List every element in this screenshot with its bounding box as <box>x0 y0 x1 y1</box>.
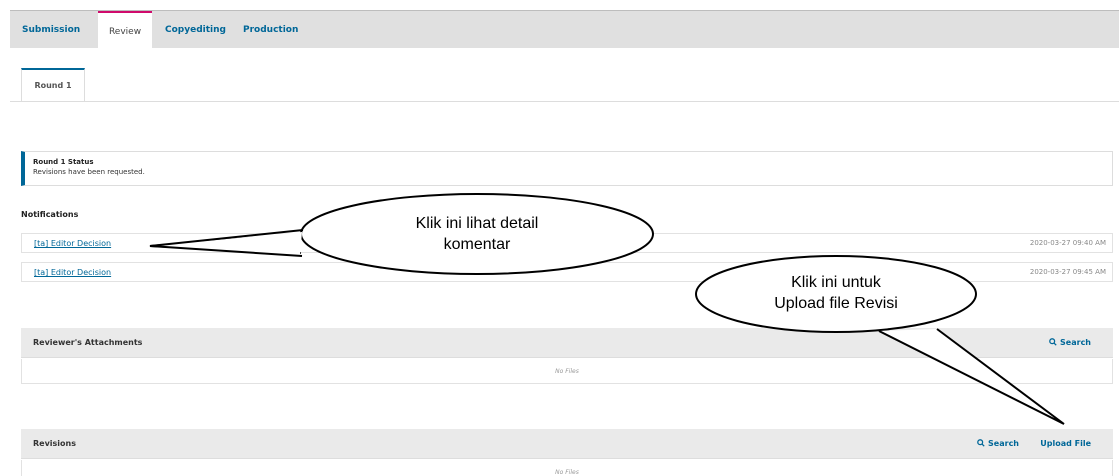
round-status-box: Round 1 Status Revisions have been reque… <box>21 151 1113 186</box>
callout-right-line: Upload file Revisi <box>774 295 898 312</box>
search-icon <box>977 439 985 447</box>
revisions-search-button[interactable]: Search <box>977 439 1019 448</box>
search-icon <box>1049 338 1057 346</box>
round-status-title: Round 1 Status <box>33 158 94 166</box>
callout-left-line: komentar <box>443 236 511 253</box>
round-status-text: Revisions have been requested. <box>33 168 145 176</box>
callout-right-text: Klik ini untuk Upload file Revisi <box>711 272 961 314</box>
notification-date: 2020-03-27 09:40 AM <box>1029 239 1106 247</box>
reviewer-attachments-search-button[interactable]: Search <box>1049 338 1091 347</box>
workflow-tabs: Submission Review Copyediting Production <box>10 10 1119 49</box>
reviewer-attachments-title: Reviewer's Attachments <box>33 338 143 347</box>
tab-submission[interactable]: Submission <box>22 11 80 49</box>
notifications-heading: Notifications <box>21 210 79 219</box>
round-tab-divider <box>10 101 1119 102</box>
callout-left-line: Klik ini lihat detail <box>415 215 539 232</box>
notification-link[interactable]: [ta] Editor Decision <box>34 239 111 248</box>
search-label: Search <box>1060 338 1091 347</box>
revisions-title: Revisions <box>33 439 76 448</box>
reviewer-attachments-header: Reviewer's Attachments Search <box>21 328 1113 358</box>
tab-review[interactable]: Review <box>98 11 152 49</box>
notification-link[interactable]: [ta] Editor Decision <box>34 268 111 277</box>
revisions-header: Revisions Search Upload File <box>21 429 1113 459</box>
notification-date: 2020-03-27 09:45 AM <box>1029 268 1106 276</box>
tab-production[interactable]: Production <box>243 11 298 49</box>
callout-left-text: Klik ini lihat detail komentar <box>352 213 602 255</box>
revisions-empty: No Files <box>21 460 1113 476</box>
tab-copyediting[interactable]: Copyediting <box>165 11 226 49</box>
reviewer-attachments-empty: No Files <box>21 359 1113 384</box>
callout-right-line: Klik ini untuk <box>791 274 881 291</box>
search-label: Search <box>988 439 1019 448</box>
tab-round-1[interactable]: Round 1 <box>21 68 85 101</box>
upload-file-button[interactable]: Upload File <box>1040 439 1091 448</box>
